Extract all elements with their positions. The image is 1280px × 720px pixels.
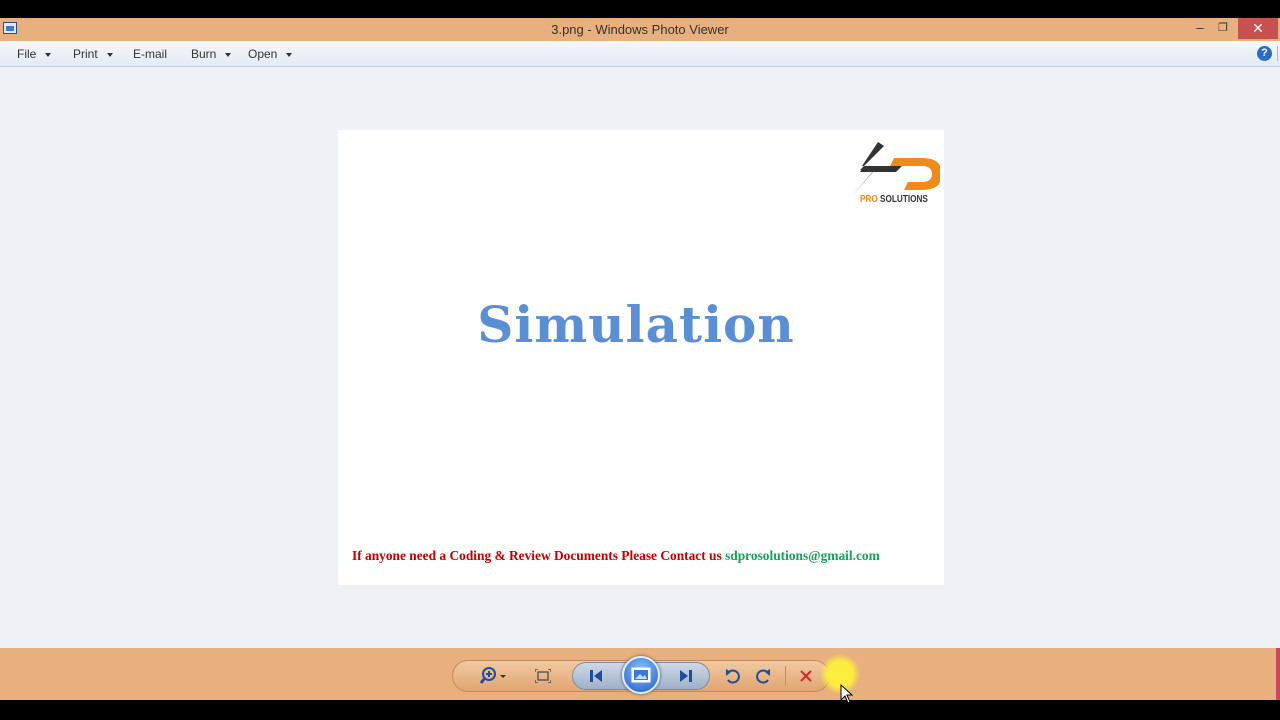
logo-mark [852, 142, 942, 196]
logo-pro-text: PRO [860, 194, 878, 205]
menu-file-label: File [17, 47, 37, 61]
menu-separator [1277, 46, 1278, 61]
displayed-image: PRO SOLUTIONS Simulation If anyone need … [338, 130, 944, 585]
window-title: 3.png - Windows Photo Viewer [551, 22, 729, 37]
next-icon [680, 670, 692, 682]
bottom-toolbar [0, 648, 1280, 704]
menu-email-label: E-mail [133, 47, 168, 61]
mouse-pointer-icon [840, 684, 854, 704]
rotate-clockwise-icon [756, 669, 770, 684]
delete-icon [800, 670, 812, 682]
image-title-text: Simulation [477, 295, 795, 354]
zoom-icon [479, 667, 506, 684]
chevron-down-icon [106, 52, 113, 57]
right-edge-strip [1276, 648, 1280, 700]
menu-bar: File Print E-mail Burn Open ? [0, 41, 1280, 67]
slideshow-icon [631, 667, 651, 683]
sd-pro-solutions-logo: PRO SOLUTIONS [844, 140, 942, 206]
footer-email-text: sdprosolutions@gmail.com [725, 548, 880, 563]
menu-print[interactable]: Print [73, 47, 113, 61]
fit-window-icon [535, 669, 551, 683]
rotate-clockwise-button[interactable] [754, 666, 774, 686]
menu-open-label: Open [248, 47, 278, 61]
image-canvas: PRO SOLUTIONS Simulation If anyone need … [0, 68, 1280, 648]
rotate-counterclockwise-button[interactable] [722, 666, 742, 686]
previous-button[interactable] [584, 666, 608, 686]
chevron-down-icon [225, 52, 232, 57]
menu-file[interactable]: File [17, 47, 52, 61]
chevron-down-icon [45, 52, 52, 57]
toolbar-separator [785, 666, 786, 686]
menu-burn-label: Burn [191, 47, 217, 61]
menu-email[interactable]: E-mail [133, 47, 167, 61]
maximize-button[interactable]: ❐ [1210, 18, 1236, 39]
delete-button[interactable] [796, 666, 816, 686]
help-icon[interactable]: ? [1257, 46, 1272, 61]
title-bar: 3.png - Windows Photo Viewer – ❐ ✕ [0, 18, 1280, 41]
rotate-counterclockwise-icon [726, 669, 740, 684]
footer-contact-text: If anyone need a Coding & Review Documen… [352, 548, 726, 563]
close-button[interactable]: ✕ [1238, 18, 1278, 39]
menu-burn[interactable]: Burn [191, 47, 232, 61]
photo-viewer-window: 3.png - Windows Photo Viewer – ❐ ✕ File … [0, 18, 1280, 704]
fit-to-window-button[interactable] [533, 666, 553, 686]
logo-solutions-text: SOLUTIONS [880, 194, 928, 205]
menu-open[interactable]: Open [248, 47, 293, 61]
image-footer-text: If anyone need a Coding & Review Documen… [352, 548, 880, 564]
zoom-button[interactable] [478, 666, 510, 686]
logo-text: PRO SOLUTIONS [860, 194, 928, 205]
slideshow-button[interactable] [622, 656, 660, 694]
next-button[interactable] [674, 666, 698, 686]
previous-icon [590, 670, 602, 682]
menu-print-label: Print [73, 47, 98, 61]
chevron-down-icon [286, 52, 293, 57]
